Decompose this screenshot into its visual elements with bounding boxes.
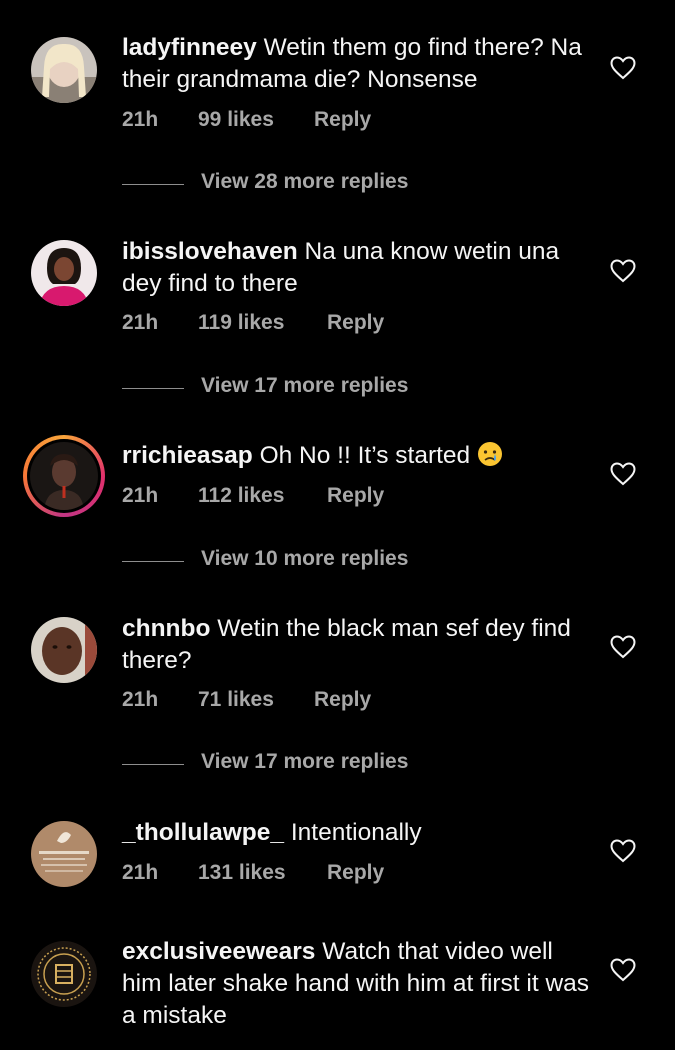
reply-button[interactable]: Reply	[314, 688, 371, 712]
comment-time: 21h	[122, 311, 159, 334]
heart-outline-icon[interactable]	[610, 635, 636, 659]
comment-username[interactable]: chnnbo	[122, 615, 210, 642]
comment-likes[interactable]: 131 likes	[198, 861, 286, 885]
comment-username[interactable]: ladyfinneey	[122, 34, 257, 61]
comment-text: _thollulawpe_ Intentionally	[122, 817, 592, 849]
avatar	[30, 442, 98, 510]
replies-divider	[122, 764, 184, 765]
heart-outline-icon[interactable]	[610, 56, 636, 80]
comment-username[interactable]: exclusiveewears	[122, 938, 315, 965]
heart-outline-icon[interactable]	[610, 259, 636, 283]
view-more-replies-button[interactable]: View 17 more replies	[122, 750, 522, 780]
comment-text: chnnbo Wetin the black man sef dey find …	[122, 613, 592, 677]
comment-likes[interactable]: 112 likes	[198, 484, 284, 508]
heart-outline-icon[interactable]	[610, 462, 636, 486]
comment-time: 21h	[122, 108, 159, 131]
comment-likes[interactable]: 99 likes	[198, 108, 274, 132]
avatar[interactable]	[31, 821, 97, 887]
reply-button[interactable]: Reply	[327, 861, 384, 885]
reply-button[interactable]: Reply	[314, 108, 371, 132]
comment-body: Oh No !! It’s started	[259, 442, 471, 469]
avatar[interactable]	[31, 240, 97, 306]
heart-outline-icon[interactable]	[610, 839, 636, 863]
comment-body: Intentionally	[290, 819, 422, 846]
view-more-replies-label: View 17 more replies	[201, 374, 409, 397]
avatar-story-ring[interactable]	[23, 435, 105, 517]
view-more-replies-button[interactable]: View 10 more replies	[122, 547, 522, 577]
reply-button[interactable]: Reply	[327, 311, 384, 335]
replies-divider	[122, 388, 184, 389]
avatar[interactable]	[31, 617, 97, 683]
view-more-replies-label: View 10 more replies	[201, 547, 409, 570]
comment-text: ibisslovehaven Na una know wetin una dey…	[122, 236, 592, 300]
comment-likes[interactable]: 119 likes	[198, 311, 284, 335]
comment-time: 21h	[122, 688, 159, 711]
replies-divider	[122, 184, 184, 185]
view-more-replies-label: View 28 more replies	[201, 170, 409, 193]
view-more-replies-label: View 17 more replies	[201, 750, 409, 773]
avatar-ring-gap	[27, 439, 101, 513]
comment-likes[interactable]: 71 likes	[198, 688, 274, 712]
reply-button[interactable]: Reply	[327, 484, 384, 508]
comment-time: 21h	[122, 484, 159, 507]
avatar[interactable]	[31, 37, 97, 103]
comment-text: rrichieasap Oh No !! It’s started	[122, 440, 592, 472]
comment-username[interactable]: rrichieasap	[122, 442, 253, 469]
comment-username[interactable]: _thollulawpe_	[122, 819, 284, 846]
comment-username[interactable]: ibisslovehaven	[122, 238, 298, 265]
comment-text: exclusiveewears Watch that video well hi…	[122, 936, 592, 1032]
comment-time: 21h	[122, 861, 159, 884]
avatar[interactable]	[31, 941, 97, 1007]
comment-text: ladyfinneey Wetin them go find there? Na…	[122, 32, 592, 96]
heart-outline-icon[interactable]	[610, 958, 636, 982]
crying-face-emoji	[477, 442, 502, 466]
view-more-replies-button[interactable]: View 28 more replies	[122, 170, 522, 200]
view-more-replies-button[interactable]: View 17 more replies	[122, 374, 522, 404]
replies-divider	[122, 561, 184, 562]
